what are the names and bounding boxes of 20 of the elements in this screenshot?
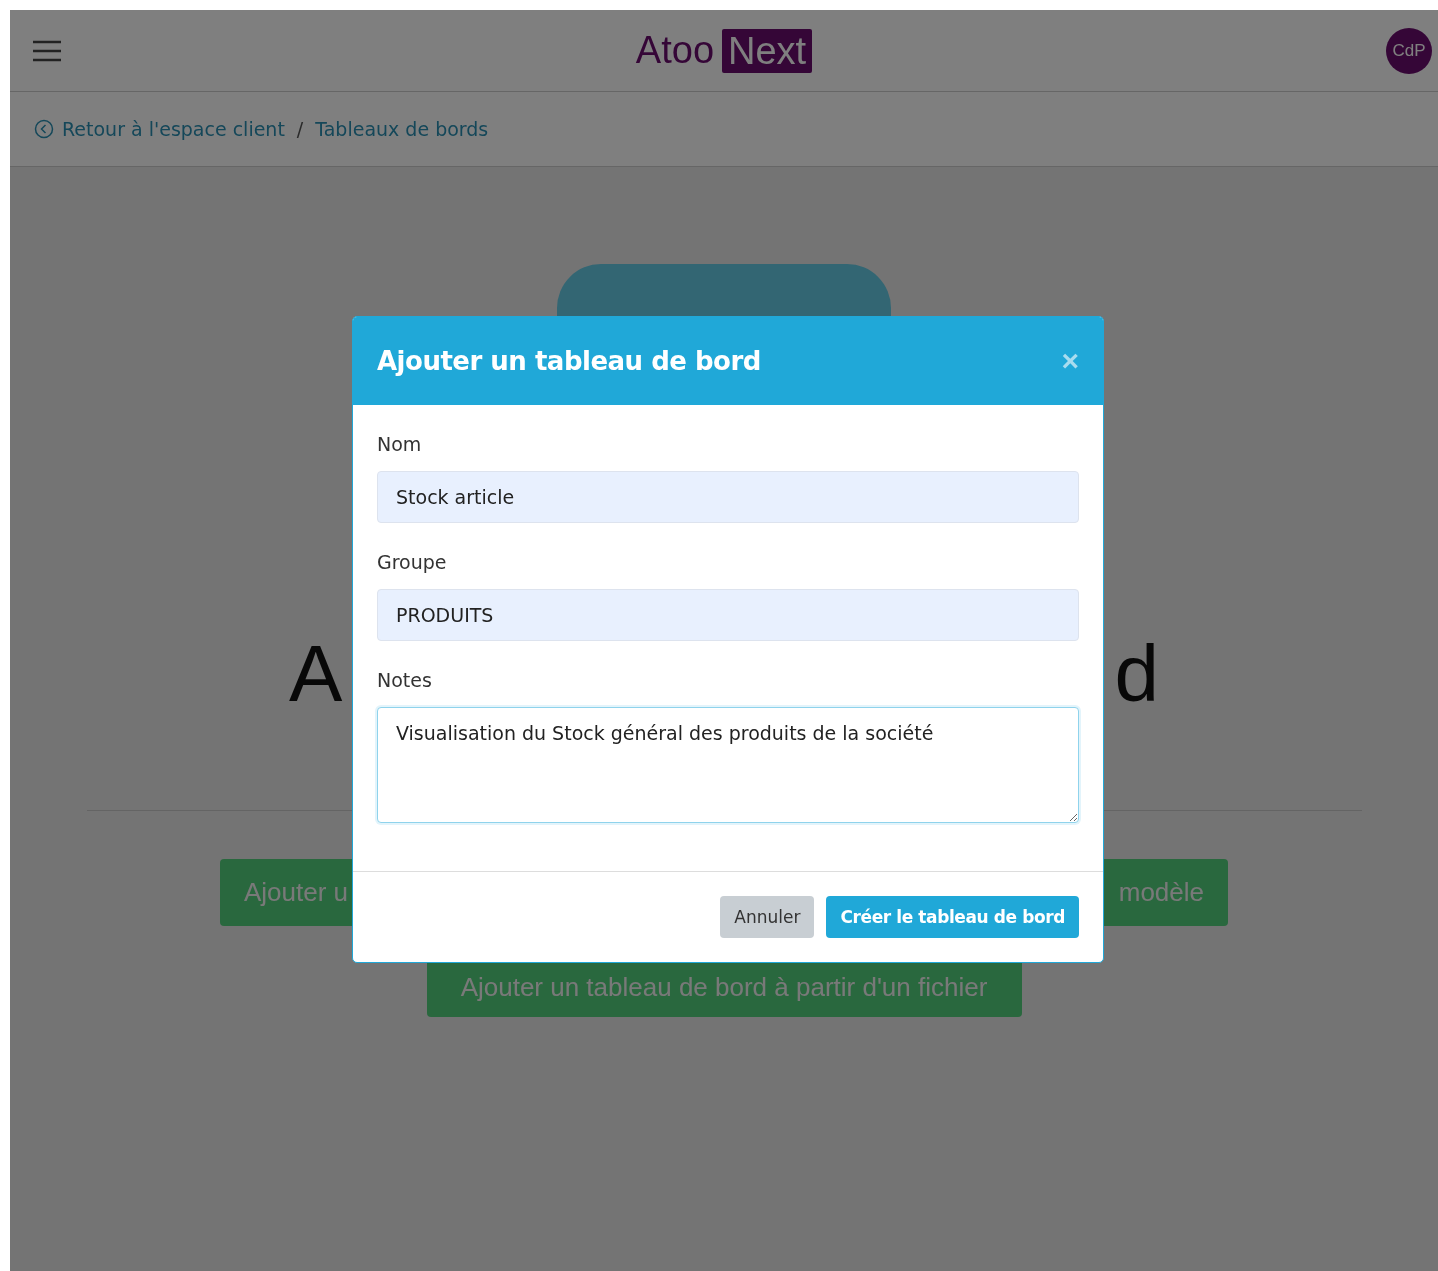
field-label: Notes (377, 669, 433, 691)
user-avatar[interactable]: CdP (1386, 27, 1432, 74)
dialog-title: Ajouter un tableau de bord (377, 346, 761, 376)
text-field[interactable]: Stock article (377, 471, 1079, 523)
notes-field[interactable]: Visualisation du Stock général des produits de la société (377, 707, 1079, 823)
breadcrumb-link[interactable]: Tableaux de bords (315, 118, 489, 140)
field-label: Groupe (377, 551, 448, 573)
back-link[interactable]: Retour à l'espace client (62, 118, 285, 140)
back-circle-icon (34, 119, 54, 139)
heading-fragment: A (289, 634, 343, 714)
text-field[interactable]: PRODUITS (377, 589, 1079, 641)
logo-text: Atoo (635, 29, 714, 72)
create-button[interactable]: Créer le tableau de bord (826, 896, 1079, 938)
breadcrumb-separator: / (296, 118, 304, 140)
field-label: Nom (377, 433, 423, 455)
close-button[interactable]: × (1061, 346, 1079, 376)
menu-icon[interactable] (32, 38, 62, 63)
logo-badge: Next (722, 28, 813, 73)
heading-fragment: d (1114, 634, 1159, 714)
cancel-button[interactable]: Annuler (720, 896, 815, 938)
